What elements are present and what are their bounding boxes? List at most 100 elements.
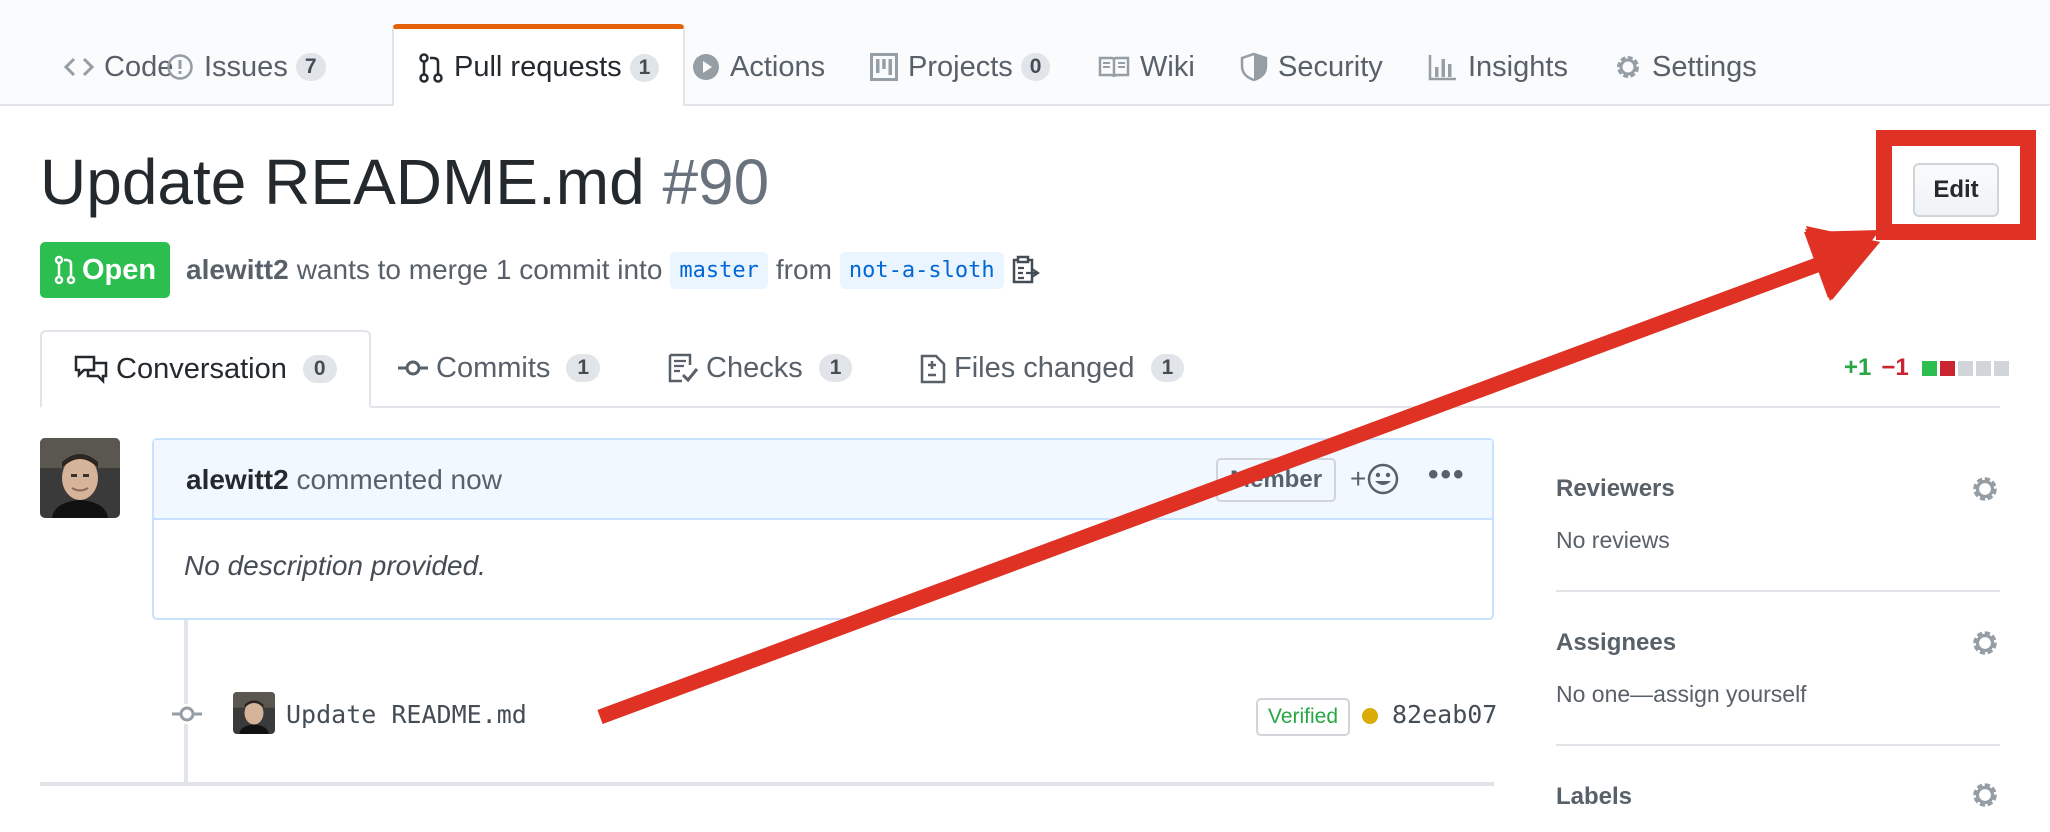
tab-label: Security [1278, 50, 1383, 83]
annotation-highlight-box [1876, 130, 2036, 240]
tab-count: 1 [566, 354, 601, 382]
tab-label: Projects [908, 50, 1013, 83]
base-branch[interactable]: master [670, 251, 768, 289]
tab-label: Insights [1468, 50, 1568, 83]
tab-label: Checks [706, 351, 803, 384]
comment-action[interactable]: commented now [296, 464, 501, 495]
tab-label: Code [104, 50, 174, 83]
checklist-icon [668, 353, 698, 383]
file-diff-icon [920, 354, 946, 384]
commit-sha-link[interactable]: 82eab07 [1392, 700, 1497, 729]
timeline-divider [40, 782, 1494, 786]
merge-text: wants to merge 1 commit into [296, 254, 663, 285]
tab-label: Pull requests [454, 51, 622, 83]
commit-author-avatar[interactable] [233, 692, 275, 734]
tab-label: Commits [436, 351, 551, 384]
head-branch[interactable]: not-a-sloth [839, 251, 1004, 289]
tab-settings[interactable]: Settings [1614, 30, 1757, 104]
issue-opened-icon [167, 54, 193, 80]
shield-icon [1240, 52, 1268, 82]
git-pull-request-icon [54, 255, 76, 285]
diffstat-block-neutral [1993, 360, 2009, 376]
user-photo [40, 438, 120, 518]
pr-tabs: Conversation 0 Commits 1 Checks 1 Files … [40, 330, 2000, 408]
git-pull-request-icon [419, 52, 443, 83]
issues-count: 7 [295, 53, 326, 81]
status-label: Open [81, 253, 157, 286]
diffstat-block-added [1921, 360, 1937, 376]
tab-insights[interactable]: Insights [1428, 30, 1568, 104]
tab-commits[interactable]: Commits 1 [398, 330, 601, 406]
comment-body: No description provided. [184, 550, 486, 581]
more-options-button[interactable]: ••• [1428, 458, 1466, 492]
labels-heading[interactable]: Labels [1556, 783, 1632, 811]
merge-description: alewitt2 wants to merge 1 commit into ma… [186, 248, 1040, 292]
smiley-icon [1368, 463, 1399, 495]
gear-icon [1617, 56, 1639, 78]
comment-author-link[interactable]: alewitt2 [186, 464, 289, 495]
page-title: Update README.md #90 [40, 146, 769, 218]
deletions-count: −1 [1881, 354, 1909, 381]
sidebar-divider [1556, 590, 2000, 592]
clippy-icon[interactable] [1012, 255, 1040, 285]
repo-navigation: Code Issues 7 Pull requests 1 Actions Pr… [0, 0, 2050, 106]
tab-wiki[interactable]: Wiki [1098, 30, 1195, 104]
assign-yourself-link[interactable]: No one—assign yourself [1556, 681, 1807, 708]
commit-status-pending-icon[interactable] [1362, 708, 1378, 724]
gear-icon[interactable] [1970, 628, 2000, 658]
diffstat-block-neutral [1957, 360, 1973, 376]
gear-icon[interactable] [1970, 474, 2000, 504]
graph-icon [1428, 55, 1456, 81]
git-commit-icon [398, 360, 428, 376]
diffstat-block-neutral [1975, 360, 1991, 376]
projects-count: 0 [1020, 53, 1051, 81]
tab-count: 1 [818, 354, 853, 382]
pr-number: #90 [662, 146, 770, 218]
comment-discussion-icon [74, 355, 108, 384]
gear-icon[interactable] [1970, 780, 2000, 810]
project-icon [870, 53, 898, 81]
diffstat-block-deleted [1939, 360, 1955, 376]
comment-meta: alewitt2 commented now [186, 464, 502, 496]
book-icon [1098, 56, 1130, 78]
member-badge: Member [1216, 458, 1337, 502]
pull-requests-count: 1 [629, 53, 660, 82]
tab-projects[interactable]: Projects 0 [870, 30, 1051, 104]
reaction-plus: + [1350, 463, 1367, 494]
tab-label: Files changed [954, 351, 1135, 384]
reviewers-heading[interactable]: Reviewers [1556, 475, 1675, 503]
commit-message-link[interactable]: Update README.md [286, 700, 527, 729]
tab-pull-requests[interactable]: Pull requests 1 [392, 24, 686, 106]
tab-issues[interactable]: Issues 7 [166, 30, 326, 104]
tab-conversation[interactable]: Conversation 0 [40, 330, 371, 408]
timeline-line [184, 620, 188, 784]
sidebar-divider [1556, 744, 2000, 746]
verified-badge[interactable]: Verified [1256, 698, 1351, 736]
tab-code[interactable]: Code [64, 30, 173, 104]
reviewers-value: No reviews [1556, 527, 1670, 553]
pr-author-link[interactable]: alewitt2 [186, 254, 289, 286]
assignees-heading[interactable]: Assignees [1556, 629, 1676, 657]
tab-label: Settings [1652, 50, 1757, 83]
tab-security[interactable]: Security [1240, 30, 1383, 104]
comment-box: alewitt2 commented now Member + ••• No d… [152, 438, 1494, 620]
additions-count: +1 [1844, 354, 1872, 381]
tab-files-changed[interactable]: Files changed 1 [920, 330, 1185, 406]
status-badge: Open [40, 242, 170, 298]
avatar[interactable] [40, 438, 120, 518]
tab-label: Issues [204, 50, 288, 83]
git-commit-icon [172, 704, 202, 729]
diffstat: +1 −1 [1844, 354, 2009, 382]
from-text: from [775, 254, 832, 285]
tab-actions[interactable]: Actions [692, 30, 825, 104]
pr-title-text: Update README.md [40, 146, 645, 218]
tab-label: Wiki [1140, 50, 1195, 83]
code-icon [64, 57, 94, 77]
tab-count: 1 [1150, 354, 1185, 382]
tab-checks[interactable]: Checks 1 [668, 330, 853, 406]
tab-label: Conversation [116, 352, 287, 385]
add-reaction-button[interactable]: + [1350, 462, 1400, 496]
tab-count: 0 [302, 355, 337, 383]
tab-label: Actions [730, 50, 826, 83]
comment-header: alewitt2 commented now Member + ••• [154, 440, 1492, 520]
